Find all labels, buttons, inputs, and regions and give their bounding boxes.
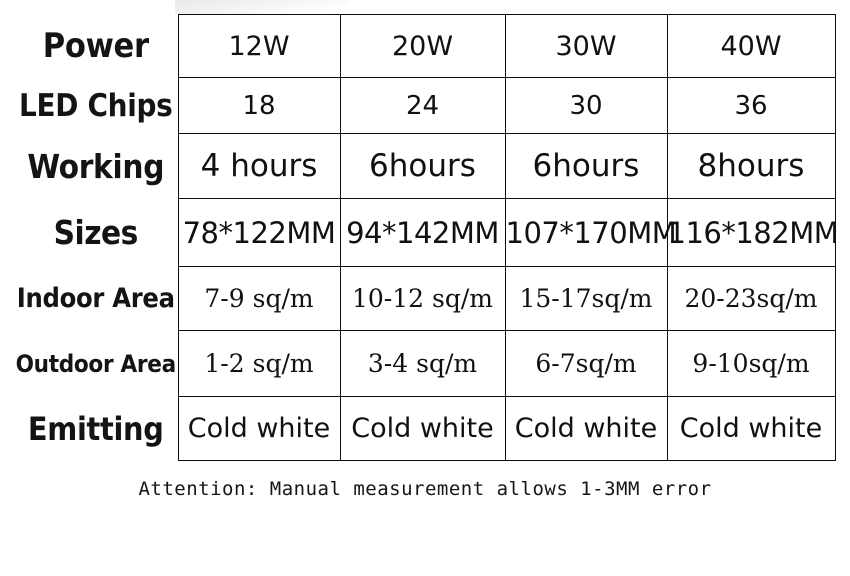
- table-cell-outdoor-area-4: 9-10sq/m: [666, 330, 836, 397]
- cell-text: 4 hours: [200, 148, 318, 184]
- table-cell-power-20w: 20W: [339, 14, 506, 78]
- table-cell-indoor-area-2: 10-12 sq/m: [339, 266, 506, 331]
- cell-text: 30W: [555, 30, 617, 62]
- attention-note: Attention: Manual measurement allows 1-3…: [138, 478, 712, 500]
- row-label-led-chips: LED Chips: [14, 77, 179, 134]
- table-cell-led-chips-4: 36: [666, 77, 836, 134]
- table-cell-working-1: 4 hours: [177, 133, 341, 199]
- table-cell-outdoor-area-1: 1-2 sq/m: [177, 330, 341, 397]
- row-label-outdoor-area-text: Outdoor Area: [15, 349, 177, 378]
- table-cell-sizes-4: 116*182MM: [666, 198, 839, 267]
- cell-text: 8hours: [697, 148, 805, 184]
- table-cell-led-chips-2: 24: [339, 77, 506, 134]
- table-cell-indoor-area-4: 20-23sq/m: [666, 266, 836, 331]
- row-label-sizes: Sizes: [14, 198, 179, 267]
- cell-text: 6hours: [532, 148, 640, 184]
- row-label-led-chips-text: LED Chips: [19, 87, 173, 124]
- table-cell-working-3: 6hours: [504, 133, 668, 199]
- cell-text: 6-7sq/m: [535, 349, 637, 378]
- row-label-working-text: Working: [27, 146, 165, 186]
- cell-text: 7-9 sq/m: [204, 284, 314, 313]
- table-cell-emitting-4: Cold white: [666, 396, 836, 461]
- row-label-power-text: Power: [42, 26, 149, 66]
- table-cell-led-chips-1: 18: [177, 77, 341, 134]
- table-row-emitting: Emitting Cold white Cold white Cold whit…: [14, 396, 836, 461]
- cell-text: 12W: [228, 30, 290, 62]
- cell-text: 24: [405, 90, 440, 121]
- cell-text: 78*122MM: [182, 215, 336, 250]
- cell-text: 116*182MM: [667, 215, 839, 250]
- row-label-emitting: Emitting: [14, 396, 179, 461]
- row-label-sizes-text: Sizes: [53, 213, 139, 252]
- cell-text: 20W: [391, 30, 454, 62]
- row-label-indoor-area-text: Indoor Area: [16, 283, 175, 314]
- scan-gradient-artifact: [175, 0, 350, 14]
- table-cell-emitting-2: Cold white: [339, 396, 506, 461]
- row-label-power: Power: [14, 14, 179, 78]
- row-label-indoor-area: Indoor Area: [14, 266, 179, 331]
- cell-text: 6hours: [369, 148, 476, 184]
- row-label-working: Working: [14, 133, 179, 199]
- cell-text: Cold white: [514, 413, 658, 444]
- table-row-indoor-area: Indoor Area 7-9 sq/m 10-12 sq/m 15-17sq/…: [14, 266, 836, 331]
- cell-text: Cold white: [679, 413, 823, 444]
- table-cell-emitting-1: Cold white: [177, 396, 341, 461]
- table-cell-led-chips-3: 30: [504, 77, 668, 134]
- table-row-power: Power 12W 20W 30W 40W: [14, 14, 836, 78]
- table-row-working: Working 4 hours 6hours 6hours 8hours: [14, 133, 836, 199]
- table-row-led-chips: LED Chips 18 24 30 36: [14, 77, 836, 134]
- cell-text: 36: [734, 90, 768, 121]
- table-cell-emitting-3: Cold white: [504, 396, 668, 461]
- table-cell-outdoor-area-2: 3-4 sq/m: [339, 330, 506, 397]
- cell-text: 30: [569, 90, 603, 121]
- table-cell-power-30w: 30W: [504, 14, 668, 78]
- cell-text: 94*142MM: [346, 215, 499, 250]
- cell-text: Cold white: [187, 413, 331, 444]
- table-cell-working-4: 8hours: [666, 133, 836, 199]
- table-cell-power-40w: 40W: [666, 14, 836, 78]
- table-cell-power-12w: 12W: [177, 14, 341, 78]
- table-cell-indoor-area-1: 7-9 sq/m: [177, 266, 341, 331]
- led-specification-table: Power 12W 20W 30W 40W LED Chips 18 24 30…: [14, 14, 839, 461]
- cell-text: 10-12 sq/m: [352, 284, 493, 313]
- row-label-outdoor-area: Outdoor Area: [14, 330, 179, 397]
- row-label-emitting-text: Emitting: [27, 409, 164, 448]
- table-cell-working-2: 6hours: [339, 133, 506, 199]
- cell-text: 9-10sq/m: [692, 349, 810, 378]
- table-cell-sizes-1: 78*122MM: [177, 198, 341, 267]
- cell-text: 40W: [720, 30, 782, 62]
- cell-text: 18: [242, 90, 276, 121]
- cell-text: 1-2 sq/m: [204, 349, 314, 378]
- cell-text: Cold white: [351, 413, 494, 444]
- cell-text: 15-17sq/m: [519, 284, 653, 313]
- cell-text: 20-23sq/m: [684, 284, 818, 313]
- table-cell-sizes-2: 94*142MM: [339, 198, 506, 267]
- table-cell-outdoor-area-3: 6-7sq/m: [504, 330, 668, 397]
- table-row-sizes: Sizes 78*122MM 94*142MM 107*170MM 116*18…: [14, 198, 839, 267]
- cell-text: 3-4 sq/m: [367, 349, 478, 378]
- cell-text: 107*170MM: [505, 215, 677, 250]
- table-row-outdoor-area: Outdoor Area 1-2 sq/m 3-4 sq/m 6-7sq/m 9…: [14, 330, 836, 397]
- table-cell-sizes-3: 107*170MM: [504, 198, 677, 267]
- table-cell-indoor-area-3: 15-17sq/m: [504, 266, 668, 331]
